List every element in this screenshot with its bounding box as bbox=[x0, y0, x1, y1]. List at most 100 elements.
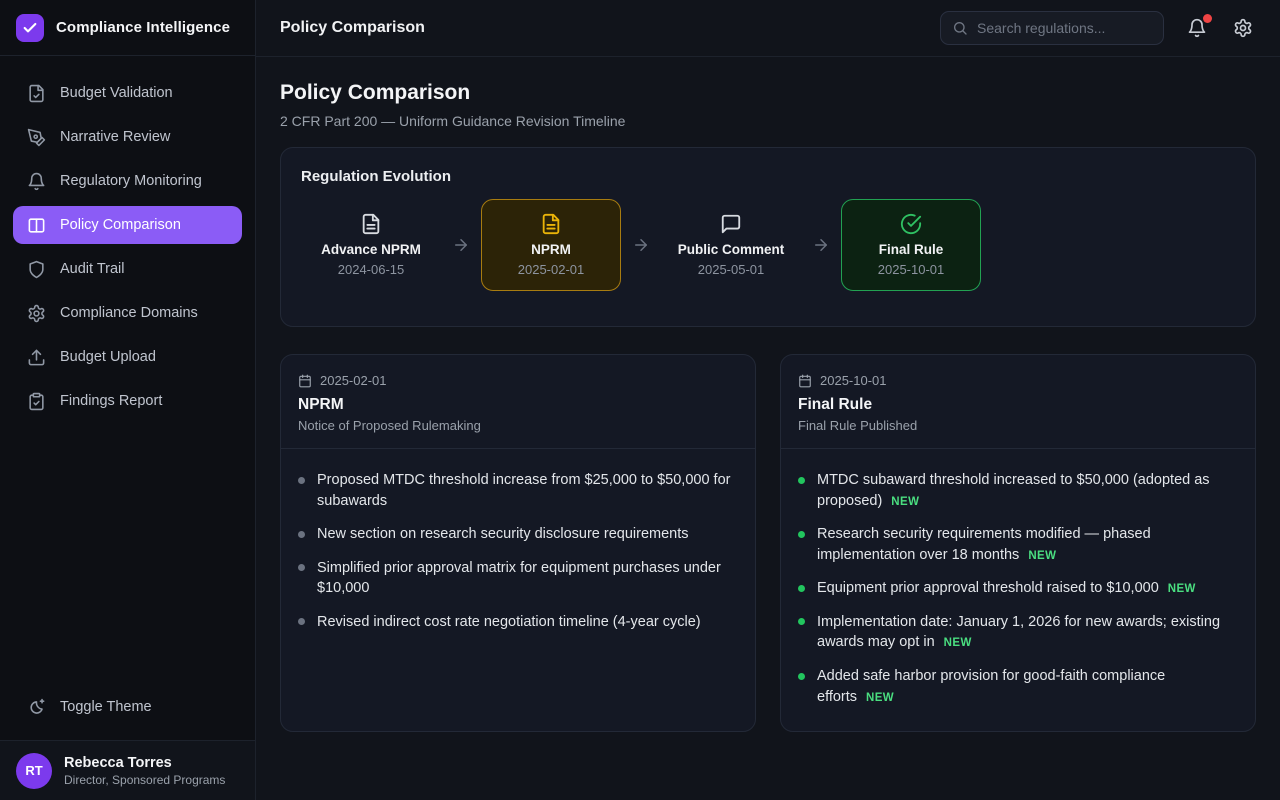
sidebar-item-audit-trail[interactable]: Audit Trail bbox=[13, 250, 242, 288]
gear-icon bbox=[26, 303, 46, 323]
bullet-dot bbox=[798, 673, 805, 680]
pen-tool-icon bbox=[26, 127, 46, 147]
bullet-dot bbox=[798, 477, 805, 484]
timeline-stages: Advance NPRM 2024-06-15 NPRM 2025-02-01 bbox=[301, 199, 1235, 291]
check-circle-icon bbox=[900, 213, 922, 235]
sidebar-item-label: Compliance Domains bbox=[60, 305, 198, 321]
bullet-dot bbox=[298, 618, 305, 625]
file-check-icon bbox=[26, 83, 46, 103]
bullet-text: Proposed MTDC threshold increase from $2… bbox=[317, 472, 730, 509]
user-profile[interactable]: RT Rebecca Torres Director, Sponsored Pr… bbox=[0, 740, 255, 800]
stage-date: 2025-05-01 bbox=[698, 262, 765, 277]
sidebar-item-label: Budget Upload bbox=[60, 349, 156, 365]
timeline-stage-nprm[interactable]: NPRM 2025-02-01 bbox=[481, 199, 621, 291]
card-subtitle: Notice of Proposed Rulemaking bbox=[298, 418, 738, 433]
stage-label: Public Comment bbox=[678, 242, 785, 257]
sidebar-item-budget-upload[interactable]: Budget Upload bbox=[13, 338, 242, 376]
arrow-right-icon bbox=[441, 236, 481, 254]
bullet-text: Revised indirect cost rate negotiation t… bbox=[317, 614, 701, 630]
card-date-row: 2025-10-01 bbox=[798, 373, 1238, 388]
stage-date: 2025-10-01 bbox=[878, 262, 945, 277]
search-box[interactable] bbox=[940, 11, 1164, 45]
settings-button[interactable] bbox=[1230, 15, 1256, 41]
panel-title: Regulation Evolution bbox=[301, 168, 1235, 185]
bullet-text: New section on research security disclos… bbox=[317, 526, 689, 542]
calendar-icon bbox=[798, 374, 812, 388]
sidebar-item-compliance-domains[interactable]: Compliance Domains bbox=[13, 294, 242, 332]
timeline-stage-public-comment[interactable]: Public Comment 2025-05-01 bbox=[661, 199, 801, 291]
sidebar-item-label: Narrative Review bbox=[60, 129, 170, 145]
user-role: Director, Sponsored Programs bbox=[64, 773, 225, 787]
clipboard-check-icon bbox=[26, 391, 46, 411]
list-item: Implementation date: January 1, 2026 for… bbox=[798, 612, 1238, 653]
gear-icon bbox=[1233, 18, 1253, 38]
card-header: 2025-02-01 NPRM Notice of Proposed Rulem… bbox=[281, 355, 755, 449]
list-item: MTDC subaward threshold increased to $50… bbox=[798, 470, 1238, 511]
sidebar-item-policy-comparison[interactable]: Policy Comparison bbox=[13, 206, 242, 244]
app-title: Compliance Intelligence bbox=[56, 19, 230, 36]
sidebar-item-findings-report[interactable]: Findings Report bbox=[13, 382, 242, 420]
notification-dot bbox=[1203, 14, 1212, 23]
sidebar-item-narrative-review[interactable]: Narrative Review bbox=[13, 118, 242, 156]
sidebar-item-budget-validation[interactable]: Budget Validation bbox=[13, 74, 242, 112]
upload-icon bbox=[26, 347, 46, 367]
new-badge: NEW bbox=[1168, 583, 1196, 595]
bullet-list: Proposed MTDC threshold increase from $2… bbox=[298, 470, 738, 632]
list-item: Equipment prior approval threshold raise… bbox=[798, 578, 1238, 599]
brand: Compliance Intelligence bbox=[0, 0, 255, 56]
notifications-button[interactable] bbox=[1184, 15, 1210, 41]
bullet-text: Research security requirements modified … bbox=[817, 526, 1151, 563]
bullet-dot bbox=[298, 564, 305, 571]
bullet-text: Implementation date: January 1, 2026 for… bbox=[817, 614, 1220, 651]
page-content: Policy Comparison 2 CFR Part 200 — Unifo… bbox=[256, 57, 1280, 800]
list-item: Added safe harbor provision for good-fai… bbox=[798, 666, 1238, 707]
regulation-evolution-panel: Regulation Evolution Advance NPRM 2024-0… bbox=[280, 147, 1256, 327]
calendar-icon bbox=[298, 374, 312, 388]
bullet-dot bbox=[798, 618, 805, 625]
new-badge: NEW bbox=[944, 637, 972, 649]
sidebar-item-label: Findings Report bbox=[60, 393, 162, 409]
bullet-dot bbox=[298, 531, 305, 538]
main-area: Policy Comparison bbox=[256, 0, 1280, 800]
page-title: Policy Comparison bbox=[280, 81, 1256, 105]
app-logo-check-icon bbox=[16, 14, 44, 42]
sidebar-item-label: Regulatory Monitoring bbox=[60, 173, 202, 189]
card-body: MTDC subaward threshold increased to $50… bbox=[781, 449, 1255, 731]
search-input[interactable] bbox=[977, 20, 1152, 36]
file-text-icon bbox=[540, 213, 562, 235]
shield-icon bbox=[26, 259, 46, 279]
bullet-dot bbox=[798, 531, 805, 538]
new-badge: NEW bbox=[866, 692, 894, 704]
sidebar-item-label: Budget Validation bbox=[60, 85, 173, 101]
stage-label: Advance NPRM bbox=[321, 242, 421, 257]
new-badge: NEW bbox=[1028, 550, 1056, 562]
comparison-cards: 2025-02-01 NPRM Notice of Proposed Rulem… bbox=[280, 354, 1256, 732]
top-bar: Policy Comparison bbox=[256, 0, 1280, 57]
card-subtitle: Final Rule Published bbox=[798, 418, 1238, 433]
timeline-stage-final-rule[interactable]: Final Rule 2025-10-01 bbox=[841, 199, 981, 291]
theme-toggle-button[interactable]: Toggle Theme bbox=[13, 688, 242, 726]
user-name: Rebecca Torres bbox=[64, 755, 225, 771]
card-date: 2025-10-01 bbox=[820, 373, 887, 388]
bullet-dot bbox=[798, 585, 805, 592]
search-icon bbox=[952, 20, 968, 36]
list-item: Research security requirements modified … bbox=[798, 524, 1238, 565]
stage-date: 2024-06-15 bbox=[338, 262, 405, 277]
sidebar-item-regulatory-monitoring[interactable]: Regulatory Monitoring bbox=[13, 162, 242, 200]
bullet-text: Equipment prior approval threshold raise… bbox=[817, 580, 1159, 596]
card-header: 2025-10-01 Final Rule Final Rule Publish… bbox=[781, 355, 1255, 449]
sidebar: Compliance Intelligence Budget Validatio… bbox=[0, 0, 256, 800]
bullet-dot bbox=[298, 477, 305, 484]
page-subtitle: 2 CFR Part 200 — Uniform Guidance Revisi… bbox=[280, 113, 1256, 129]
nprm-card: 2025-02-01 NPRM Notice of Proposed Rulem… bbox=[280, 354, 756, 732]
final-rule-card: 2025-10-01 Final Rule Final Rule Publish… bbox=[780, 354, 1256, 732]
sidebar-item-label: Audit Trail bbox=[60, 261, 124, 277]
top-bar-title: Policy Comparison bbox=[280, 19, 425, 37]
timeline-stage-advance-nprm[interactable]: Advance NPRM 2024-06-15 bbox=[301, 199, 441, 291]
sidebar-spacer bbox=[0, 420, 255, 688]
list-item: Proposed MTDC threshold increase from $2… bbox=[298, 470, 738, 511]
stage-date: 2025-02-01 bbox=[518, 262, 585, 277]
sidebar-nav: Budget Validation Narrative Review Regul… bbox=[0, 74, 255, 420]
bell-icon bbox=[26, 171, 46, 191]
card-date: 2025-02-01 bbox=[320, 373, 387, 388]
